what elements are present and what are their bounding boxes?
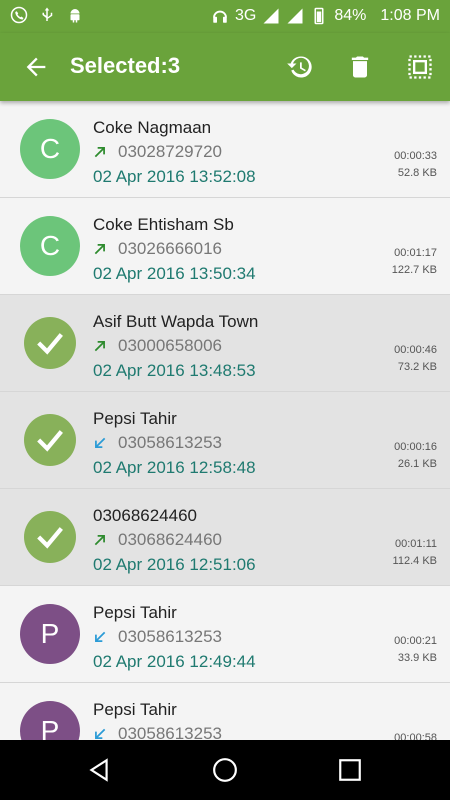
phone-number: 03068624460 [118, 530, 223, 549]
contact-name: Coke Ehtisham Sb [93, 215, 234, 234]
history-icon[interactable] [286, 53, 314, 81]
contact-name: Asif Butt Wapda Town [93, 312, 259, 331]
call-duration: 00:00:46 [394, 344, 437, 356]
contact-avatar: C [20, 119, 80, 179]
signal-icon-2 [287, 8, 303, 24]
selected-check-icon[interactable] [24, 317, 76, 369]
call-row[interactable]: P Pepsi Tahir 03058613253 00:00:58 [0, 683, 450, 740]
signal-icon [263, 8, 279, 24]
file-size: 112.4 KB [392, 555, 437, 567]
navigation-bar [0, 740, 450, 800]
call-date: 02 Apr 2016 12:58:48 [93, 458, 256, 477]
contact-avatar: P [20, 604, 80, 664]
phone-number: 03028729720 [118, 142, 223, 161]
contact-avatar: P [20, 701, 80, 740]
call-duration: 00:00:33 [394, 150, 437, 162]
call-duration: 00:01:11 [394, 538, 437, 550]
contact-name: Pepsi Tahir [93, 603, 177, 622]
headset-icon [213, 10, 227, 23]
call-row-selected[interactable]: 03068624460 03068624460 02 Apr 2016 12:5… [0, 489, 450, 586]
file-size: 33.9 KB [397, 652, 437, 664]
usb-icon [42, 7, 53, 21]
phone-number: 03000658006 [118, 336, 223, 355]
select-all-icon[interactable] [406, 53, 434, 81]
status-bar: 3G 84% 1:08 PM [0, 0, 450, 33]
file-size: 122.7 KB [391, 264, 437, 276]
call-row-selected[interactable]: Asif Butt Wapda Town 03000658006 02 Apr … [0, 295, 450, 392]
selection-count-title: Selected:3 [70, 53, 181, 78]
call-duration: 00:00:58 [394, 732, 437, 740]
outgoing-call-icon [94, 535, 105, 546]
selected-check-icon[interactable] [24, 414, 76, 466]
network-type: 3G [235, 7, 257, 24]
call-duration: 00:00:21 [394, 635, 437, 647]
recents-square-icon[interactable] [337, 757, 363, 783]
selected-check-icon[interactable] [24, 511, 76, 563]
phone-number: 03026666016 [118, 239, 223, 258]
contact-name: Coke Nagmaan [93, 118, 212, 137]
call-duration: 00:00:16 [394, 441, 437, 453]
call-date: 02 Apr 2016 13:48:53 [93, 361, 256, 380]
back-arrow-icon[interactable] [22, 53, 50, 81]
app-bar: Selected:3 [0, 33, 450, 101]
status-bar-right: 3G 84% 1:08 PM [211, 7, 440, 25]
file-size: 52.8 KB [397, 167, 437, 179]
call-row[interactable]: C Coke Nagmaan 03028729720 02 Apr 2016 1… [0, 101, 450, 198]
clock: 1:08 PM [380, 7, 440, 24]
call-list: C Coke Nagmaan 03028729720 02 Apr 2016 1… [0, 101, 450, 740]
file-size: 26.1 KB [397, 458, 437, 470]
call-row[interactable]: C Coke Ehtisham Sb 03026666016 02 Apr 20… [0, 198, 450, 295]
incoming-call-icon [95, 728, 106, 739]
incoming-call-icon [95, 437, 106, 448]
phone-number: 03058613253 [118, 433, 223, 452]
battery-level: 84% [334, 7, 367, 24]
call-date: 02 Apr 2016 12:49:44 [93, 652, 256, 671]
incoming-call-icon [95, 631, 106, 642]
contact-name: 03068624460 [93, 506, 198, 525]
home-circle-icon[interactable] [212, 757, 238, 783]
outgoing-call-icon [94, 341, 105, 352]
phone-number: 03058613253 [118, 724, 223, 740]
file-size: 73.2 KB [397, 361, 437, 373]
contact-name: Pepsi Tahir [93, 700, 177, 719]
phone-call-icon [10, 6, 28, 24]
back-triangle-icon[interactable] [86, 757, 112, 783]
call-row[interactable]: P Pepsi Tahir 03058613253 02 Apr 2016 12… [0, 586, 450, 683]
outgoing-call-icon [94, 244, 105, 255]
outgoing-call-icon [94, 147, 105, 158]
call-date: 02 Apr 2016 13:50:34 [93, 264, 256, 283]
battery-icon [314, 7, 324, 25]
phone-number: 03058613253 [118, 627, 223, 646]
contact-avatar: C [20, 216, 80, 276]
contact-name: Pepsi Tahir [93, 409, 177, 428]
status-bar-left [10, 6, 84, 24]
delete-icon[interactable] [346, 53, 374, 81]
android-icon [70, 9, 80, 23]
call-date: 02 Apr 2016 12:51:06 [93, 555, 256, 574]
call-date: 02 Apr 2016 13:52:08 [93, 167, 256, 186]
call-row-selected[interactable]: Pepsi Tahir 03058613253 02 Apr 2016 12:5… [0, 392, 450, 489]
call-duration: 00:01:17 [394, 247, 437, 259]
